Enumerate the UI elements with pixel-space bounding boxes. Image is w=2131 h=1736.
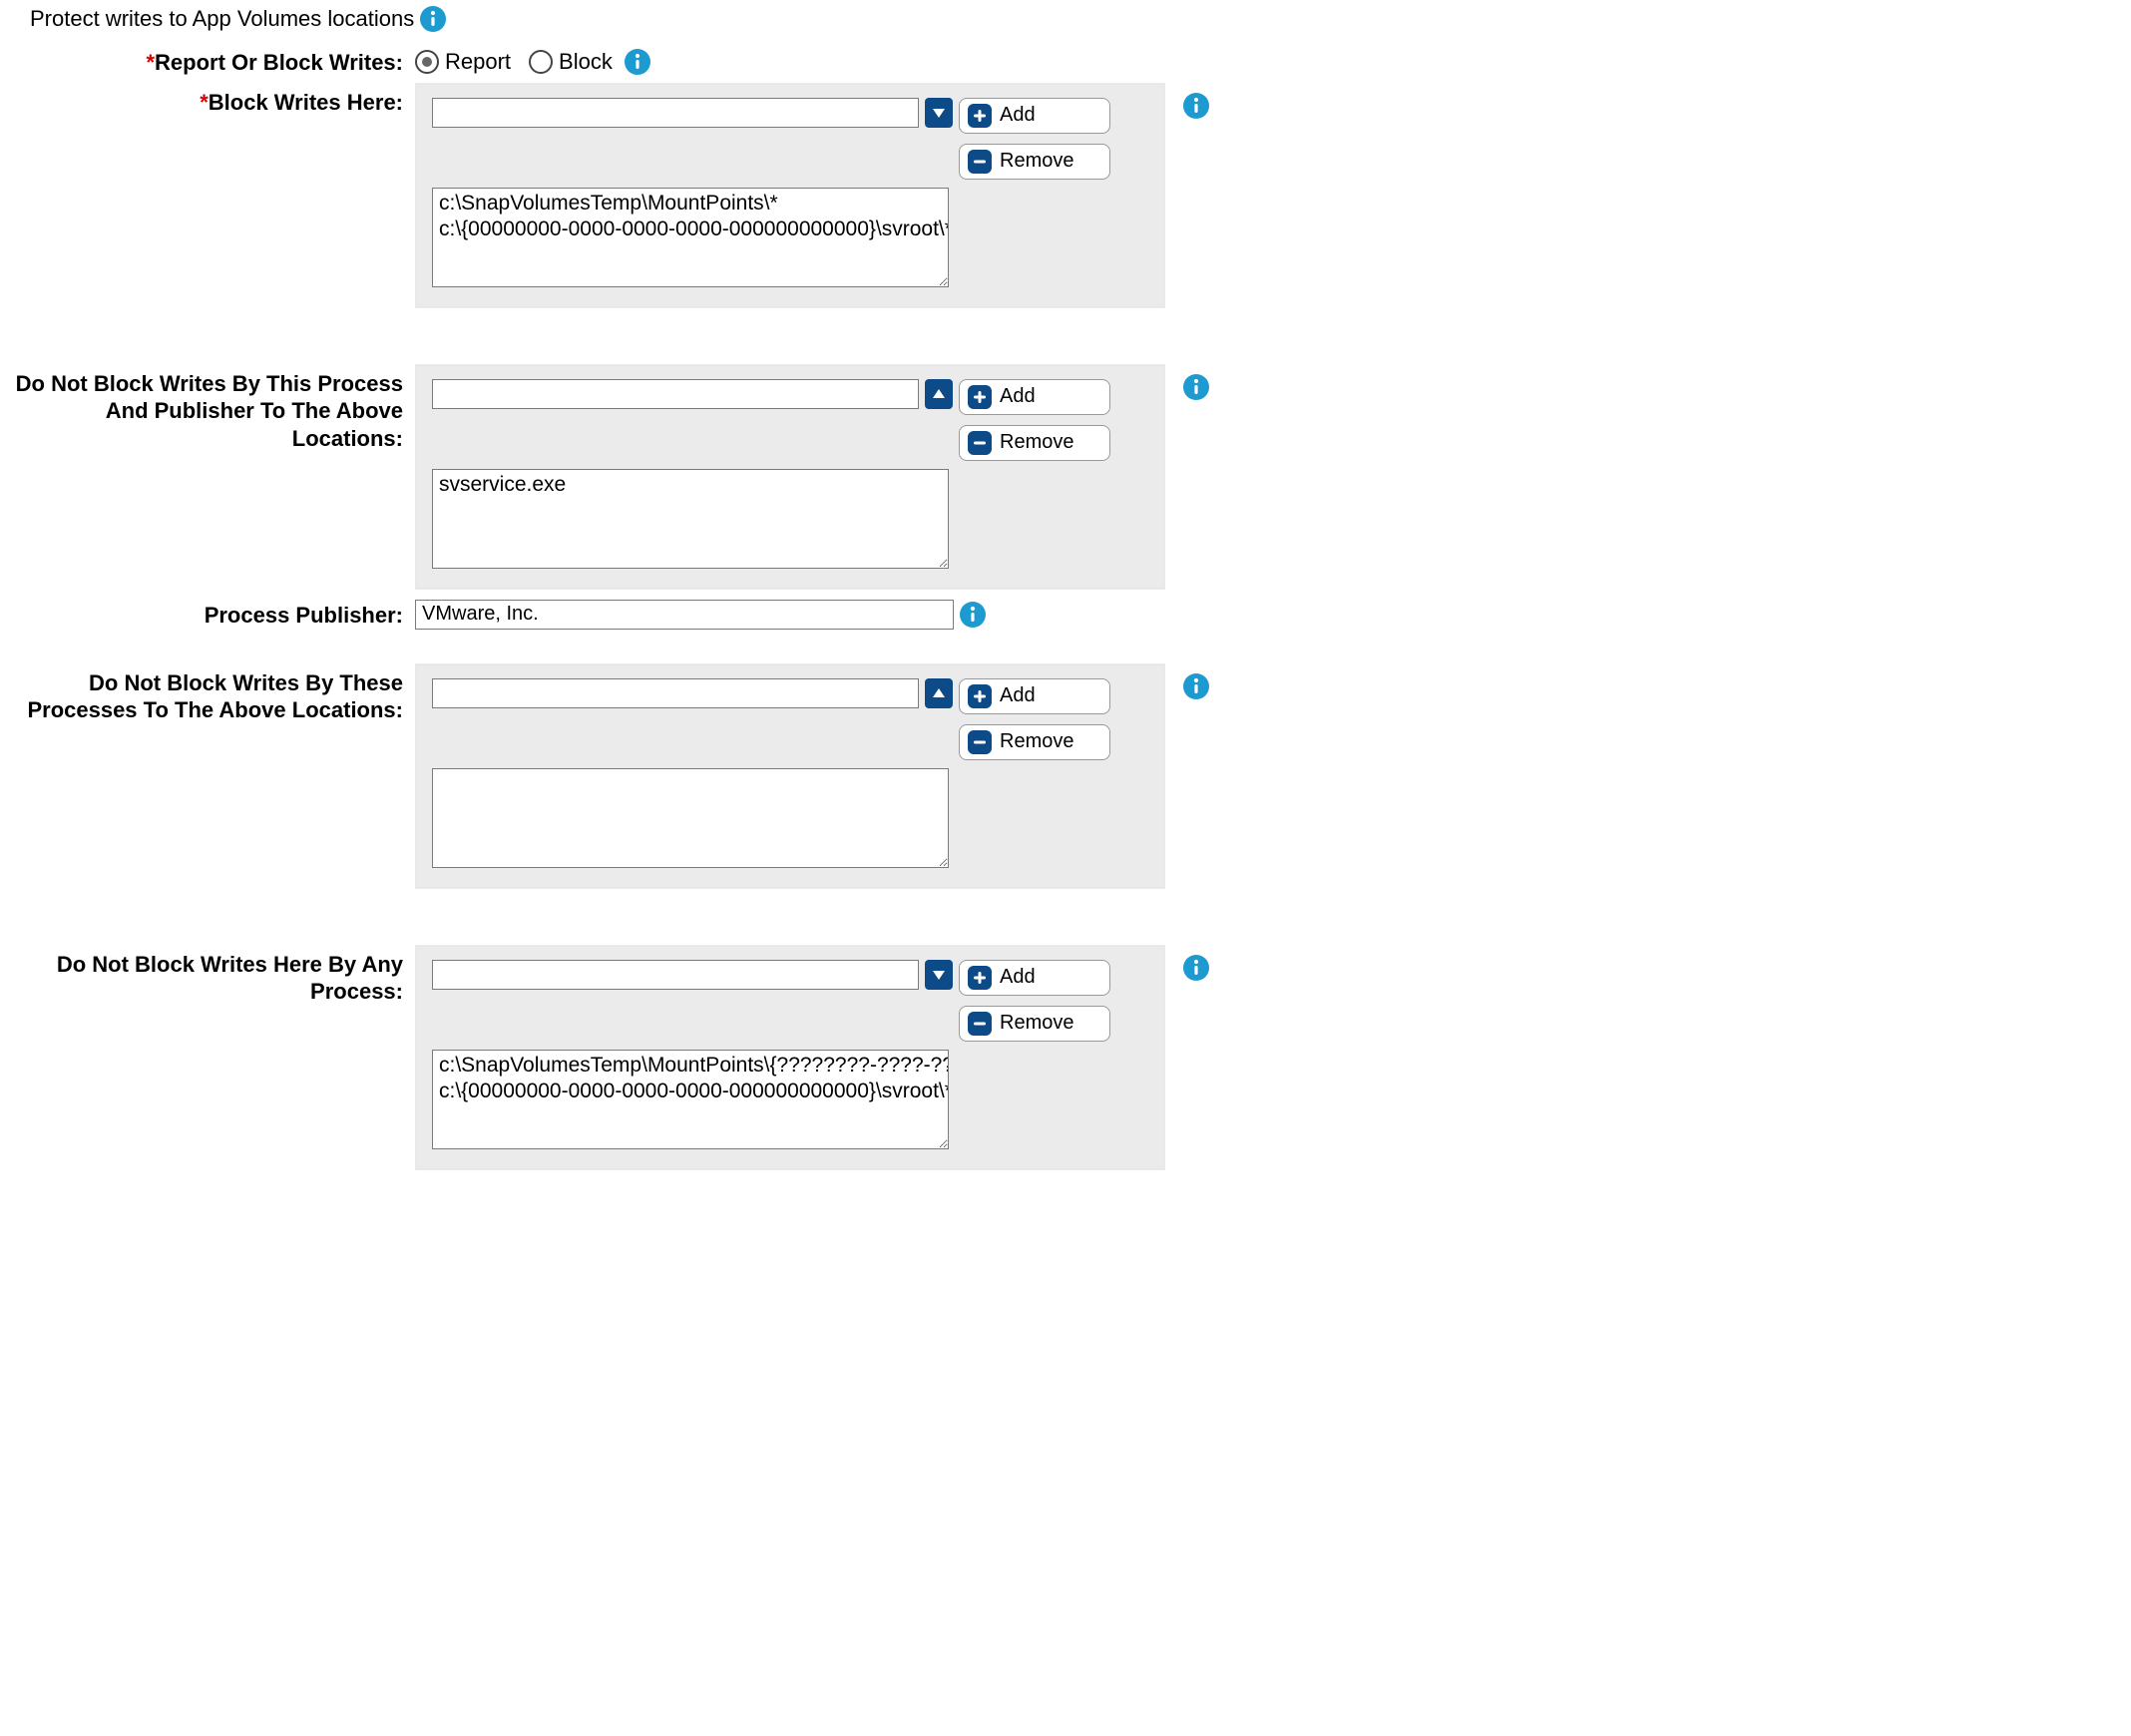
label-exempt-processes: Do Not Block Writes By These Processes T… xyxy=(0,663,415,724)
label-exempt-process-publisher: Do Not Block Writes By This Process And … xyxy=(0,364,415,453)
remove-button[interactable]: Remove xyxy=(959,425,1110,461)
required-asterisk: * xyxy=(200,90,209,115)
radio-report-label: Report xyxy=(445,49,511,75)
row-process-publisher: Process Publisher: xyxy=(0,593,2131,633)
row-exempt-process-publisher: Do Not Block Writes By This Process And … xyxy=(0,361,2131,593)
info-icon[interactable] xyxy=(1183,673,1209,699)
add-button[interactable]: Add xyxy=(959,98,1110,134)
exempt-process-publisher-listbox[interactable] xyxy=(432,469,949,569)
radio-block-label: Block xyxy=(559,49,613,75)
row-report-or-block: *Report Or Block Writes: Report Block xyxy=(0,40,2131,80)
move-up-button[interactable] xyxy=(925,678,953,708)
remove-button[interactable]: Remove xyxy=(959,144,1110,180)
info-icon[interactable] xyxy=(1183,93,1209,119)
exempt-locations-input[interactable] xyxy=(432,960,919,990)
move-up-button[interactable] xyxy=(925,379,953,409)
info-icon[interactable] xyxy=(1183,955,1209,981)
exempt-processes-input[interactable] xyxy=(432,678,919,708)
row-block-writes-here: *Block Writes Here: Add xyxy=(0,80,2131,311)
move-down-button[interactable] xyxy=(925,98,953,128)
panel-block-writes-here: Add Remove xyxy=(415,83,1165,308)
info-icon[interactable] xyxy=(625,49,650,75)
label-report-or-block: *Report Or Block Writes: xyxy=(0,43,415,77)
required-asterisk: * xyxy=(146,50,155,75)
process-publisher-input[interactable] xyxy=(415,600,954,630)
label-exempt-locations: Do Not Block Writes Here By Any Process: xyxy=(0,945,415,1006)
row-exempt-processes: Do Not Block Writes By These Processes T… xyxy=(0,660,2131,892)
radio-report[interactable] xyxy=(415,50,439,74)
label-process-publisher: Process Publisher: xyxy=(0,596,415,630)
plus-icon xyxy=(968,684,992,708)
radio-group-report-or-block: Report Block xyxy=(415,43,650,75)
plus-icon xyxy=(968,385,992,409)
exempt-locations-listbox[interactable] xyxy=(432,1050,949,1149)
remove-button[interactable]: Remove xyxy=(959,724,1110,760)
remove-button[interactable]: Remove xyxy=(959,1006,1110,1042)
move-down-button[interactable] xyxy=(925,960,953,990)
add-button[interactable]: Add xyxy=(959,379,1110,415)
panel-exempt-processes: Add Remove xyxy=(415,663,1165,889)
add-button[interactable]: Add xyxy=(959,678,1110,714)
minus-icon xyxy=(968,1012,992,1036)
heading-text: Protect writes to App Volumes locations xyxy=(30,6,414,32)
heading-row: Protect writes to App Volumes locations xyxy=(0,6,2131,40)
minus-icon xyxy=(968,431,992,455)
exempt-process-publisher-input[interactable] xyxy=(432,379,919,409)
add-button[interactable]: Add xyxy=(959,960,1110,996)
info-icon[interactable] xyxy=(1183,374,1209,400)
panel-exempt-process-publisher: Add Remove xyxy=(415,364,1165,590)
info-icon[interactable] xyxy=(960,602,986,628)
plus-icon xyxy=(968,104,992,128)
radio-block[interactable] xyxy=(529,50,553,74)
block-writes-here-listbox[interactable] xyxy=(432,188,949,287)
block-writes-here-input[interactable] xyxy=(432,98,919,128)
form-root: Protect writes to App Volumes locations … xyxy=(0,0,2131,1203)
exempt-processes-listbox[interactable] xyxy=(432,768,949,868)
minus-icon xyxy=(968,730,992,754)
row-exempt-locations: Do Not Block Writes Here By Any Process:… xyxy=(0,942,2131,1173)
minus-icon xyxy=(968,150,992,174)
panel-exempt-locations: Add Remove xyxy=(415,945,1165,1170)
plus-icon xyxy=(968,966,992,990)
label-block-writes-here: *Block Writes Here: xyxy=(0,83,415,117)
info-icon[interactable] xyxy=(420,6,446,32)
